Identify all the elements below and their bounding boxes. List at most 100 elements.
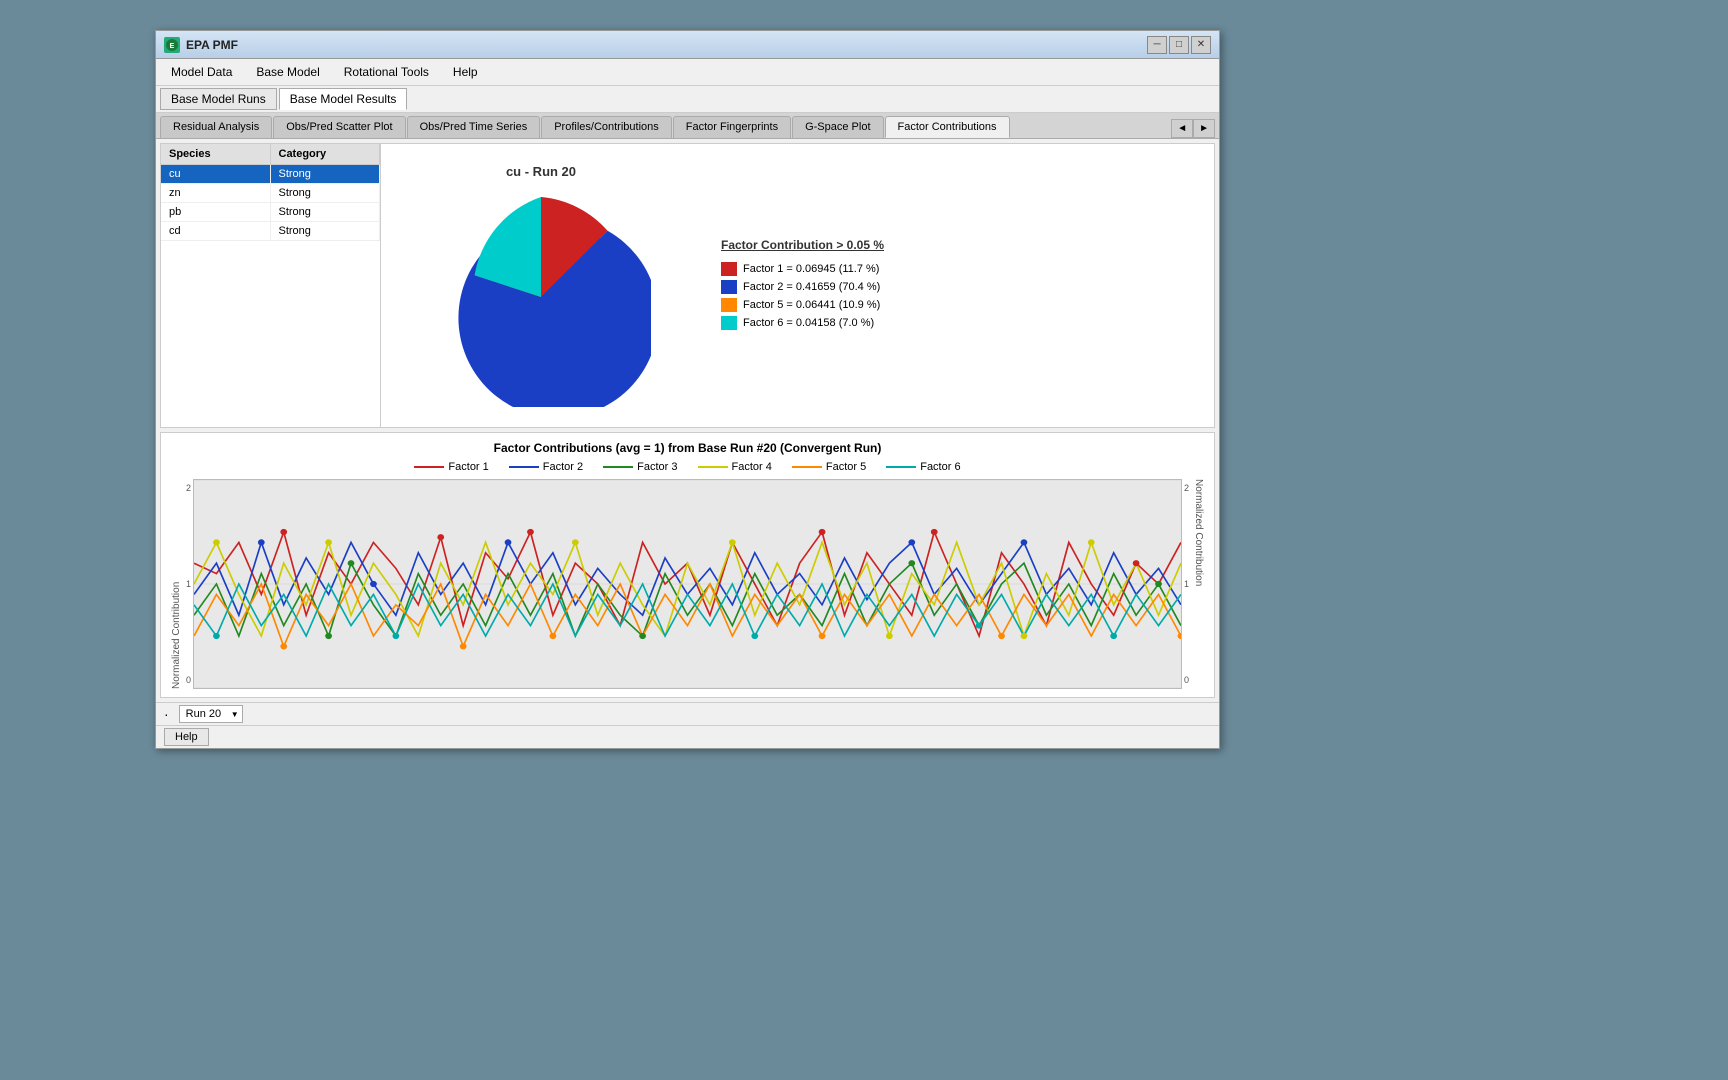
tab-next-button[interactable]: ► (1193, 119, 1215, 138)
line-chart-svg (194, 480, 1181, 688)
dot (393, 633, 400, 639)
line-chart-container: Normalized Contribution 2 1 0 (169, 479, 1206, 689)
dot (213, 539, 220, 545)
line-factor4 (194, 542, 1181, 636)
legend-label-lc-factor1: Factor 1 (448, 461, 488, 473)
close-button[interactable]: ✕ (1191, 36, 1211, 54)
y-axis-label-right: Normalized Contribution (1191, 479, 1206, 689)
tab-time-series[interactable]: Obs/Pred Time Series (407, 116, 541, 138)
tab-prev-button[interactable]: ◄ (1171, 119, 1193, 138)
svg-text:E: E (170, 43, 175, 50)
pie-chart-section: cu - Run 20 (391, 154, 691, 417)
tab-nav: ◄ ► (1171, 116, 1215, 138)
species-table-header: Species Category (161, 144, 380, 165)
legend-factor6: Factor 6 (886, 461, 960, 473)
legend-factor2: Factor 2 (509, 461, 583, 473)
window-controls: ─ □ ✕ (1147, 36, 1211, 54)
legend-label-lc-factor5: Factor 5 (826, 461, 866, 473)
app-icon: E (164, 37, 180, 53)
maximize-button[interactable]: □ (1169, 36, 1189, 54)
help-button[interactable]: Help (164, 728, 209, 746)
tab-factor-fingerprints[interactable]: Factor Fingerprints (673, 116, 791, 138)
dot (258, 539, 265, 545)
menu-bar: Model Data Base Model Rotational Tools H… (156, 59, 1219, 86)
dot (1110, 633, 1117, 639)
dot (819, 529, 826, 535)
line-chart-svg-area (193, 479, 1182, 689)
pie-chart-title: cu - Run 20 (506, 164, 576, 179)
legend-line-factor1 (414, 466, 444, 468)
legend-label-lc-factor6: Factor 6 (920, 461, 960, 473)
tab-gspace-plot[interactable]: G-Space Plot (792, 116, 883, 138)
dot (1155, 581, 1162, 587)
line-factor2 (194, 542, 1181, 615)
y-tick-2-left: 2 (186, 483, 191, 493)
legend-item-factor6: Factor 6 = 0.04158 (7.0 %) (721, 316, 1194, 330)
legend-factor4: Factor 4 (698, 461, 772, 473)
category-col-header: Category (271, 144, 381, 164)
category-cell-cd: Strong (271, 222, 381, 240)
line-chart-title: Factor Contributions (avg = 1) from Base… (169, 441, 1206, 455)
menu-base-model[interactable]: Base Model (245, 61, 330, 83)
dot (751, 633, 758, 639)
status-bar: · Run 20 Run 1 Run 2 Run 5 Run 10 Run 15… (156, 702, 1219, 725)
species-row-zn[interactable]: zn Strong (161, 184, 380, 203)
dot (572, 539, 579, 545)
dot (280, 643, 287, 649)
category-cell-cu: Strong (271, 165, 381, 183)
tab-factor-contributions[interactable]: Factor Contributions (885, 116, 1010, 138)
legend-factor3: Factor 3 (603, 461, 677, 473)
tab-residual-analysis[interactable]: Residual Analysis (160, 116, 272, 138)
legend-line-factor5 (792, 466, 822, 468)
dot (370, 581, 377, 587)
dot (998, 633, 1005, 639)
legend-color-factor1 (721, 262, 737, 276)
y-tick-0-right: 0 (1184, 675, 1189, 685)
dot (1088, 539, 1095, 545)
minimize-button[interactable]: ─ (1147, 36, 1167, 54)
title-bar: E EPA PMF ─ □ ✕ (156, 31, 1219, 59)
tab-profiles-contributions[interactable]: Profiles/Contributions (541, 116, 672, 138)
legend-label-lc-factor4: Factor 4 (732, 461, 772, 473)
dot (819, 633, 826, 639)
pie-chart (431, 187, 651, 407)
species-cell-cu: cu (161, 165, 271, 183)
main-window: E EPA PMF ─ □ ✕ Model Data Base Model Ro… (155, 30, 1220, 749)
legend-item-factor5: Factor 5 = 0.06441 (10.9 %) (721, 298, 1194, 312)
run-dropdown[interactable]: Run 20 Run 1 Run 2 Run 5 Run 10 Run 15 (179, 705, 243, 723)
dot (976, 622, 983, 628)
dot (1178, 633, 1181, 639)
menu-rotational-tools[interactable]: Rotational Tools (333, 61, 440, 83)
category-cell-pb: Strong (271, 203, 381, 221)
dot (325, 633, 332, 639)
legend-label-factor6: Factor 6 = 0.04158 (7.0 %) (743, 317, 874, 329)
run-selector: Run 20 Run 1 Run 2 Run 5 Run 10 Run 15 ▼ (179, 705, 243, 723)
legend-color-factor5 (721, 298, 737, 312)
dot (1021, 539, 1028, 545)
run-dot: · (164, 706, 169, 722)
legend-item-factor2: Factor 2 = 0.41659 (70.4 %) (721, 280, 1194, 294)
menu-help[interactable]: Help (442, 61, 489, 83)
species-col-header: Species (161, 144, 271, 164)
legend-section: Factor Contribution > 0.05 % Factor 1 = … (711, 154, 1204, 417)
species-row-pb[interactable]: pb Strong (161, 203, 380, 222)
base-model-runs-button[interactable]: Base Model Runs (160, 88, 277, 110)
dot (505, 539, 512, 545)
legend-line-factor2 (509, 466, 539, 468)
species-row-cu[interactable]: cu Strong (161, 165, 380, 184)
menu-model-data[interactable]: Model Data (160, 61, 243, 83)
y-tick-1-left: 1 (186, 579, 191, 589)
legend-title: Factor Contribution > 0.05 % (721, 238, 1194, 252)
dot (908, 560, 915, 566)
species-panel: Species Category cu Strong zn Strong pb … (161, 144, 381, 427)
legend-color-factor6 (721, 316, 737, 330)
dot (460, 643, 467, 649)
tab-scatter-plot[interactable]: Obs/Pred Scatter Plot (273, 116, 405, 138)
y-tick-0-left: 0 (186, 675, 191, 685)
dot (437, 534, 444, 540)
legend-color-factor2 (721, 280, 737, 294)
run-dropdown-wrapper: Run 20 Run 1 Run 2 Run 5 Run 10 Run 15 ▼ (179, 705, 243, 723)
legend-label-lc-factor3: Factor 3 (637, 461, 677, 473)
species-row-cd[interactable]: cd Strong (161, 222, 380, 241)
base-model-results-button[interactable]: Base Model Results (279, 88, 408, 110)
